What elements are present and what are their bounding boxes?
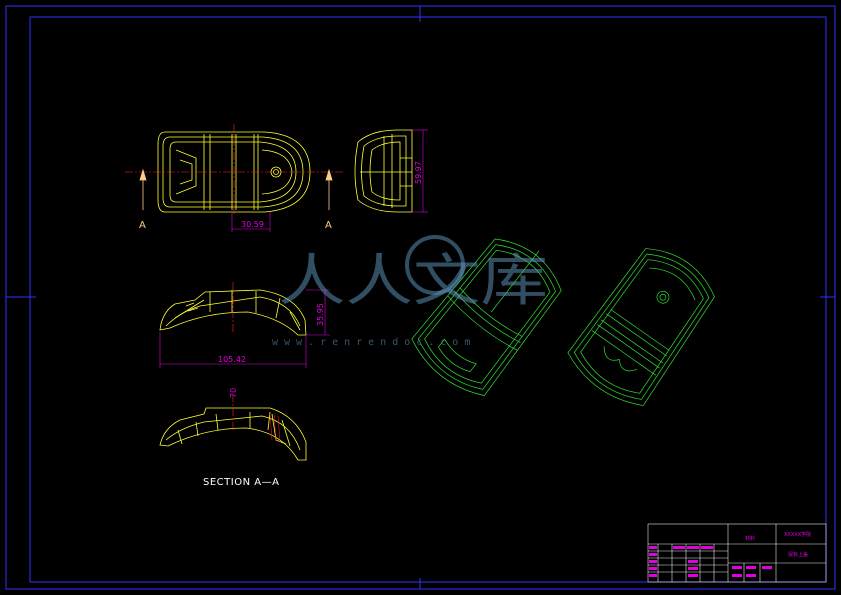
- title-block-school: XXXXX学院: [784, 531, 811, 538]
- title-block-material: 材料: [745, 535, 755, 542]
- watermark-url: www.renrendoc.com: [272, 337, 476, 348]
- isometric-view-bottom: [567, 248, 715, 406]
- section-hatch: [269, 413, 281, 443]
- title-block-fills: [649, 546, 772, 577]
- dim-label-105-42: 105.42: [218, 355, 246, 364]
- watermark: 人人文库 www.renrendoc.com: [272, 235, 548, 348]
- dim-label-30-59: 30.59: [241, 220, 264, 229]
- title-block-part-name: 鼠标上盖: [788, 551, 808, 558]
- section-marker-right: A: [325, 220, 332, 231]
- dim-label-section: 70: [229, 388, 238, 398]
- dim-label-59-97: 59.97: [414, 161, 423, 184]
- section-title: SECTION A—A: [203, 477, 279, 488]
- drawing-sheet: A A 30.59 59.97 35.95 105.42 70 SECTION …: [5, 5, 836, 590]
- side-view: [354, 129, 413, 213]
- watermark-text: 人人文库: [278, 249, 548, 314]
- section-marker-left: A: [139, 220, 146, 231]
